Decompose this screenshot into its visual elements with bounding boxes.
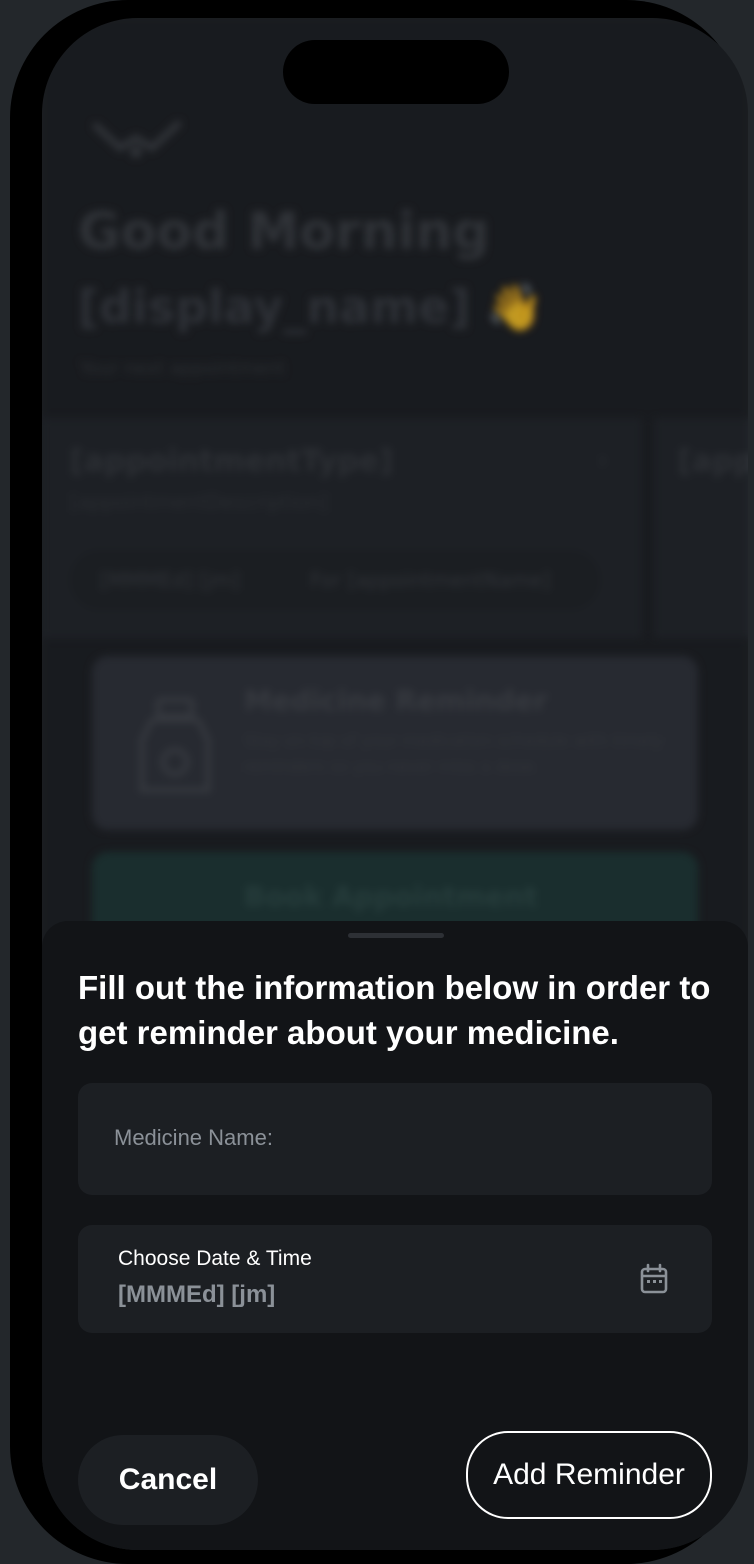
sheet-drag-handle[interactable] — [348, 933, 444, 938]
phone-frame: Good Morning [display_name] 👋 Your next a… — [10, 0, 748, 1564]
calendar-icon[interactable] — [638, 1263, 670, 1295]
date-time-value: [MMMEd] [jm] — [118, 1281, 276, 1308]
screen: Good Morning [display_name] 👋 Your next a… — [42, 18, 748, 1550]
add-reminder-sheet: Fill out the information below in order … — [42, 921, 748, 1550]
dynamic-island — [283, 40, 509, 104]
sheet-title: Fill out the information below in order … — [78, 969, 711, 1051]
medicine-name-field[interactable]: Medicine Name: — [78, 1083, 712, 1195]
add-reminder-button[interactable]: Add Reminder — [466, 1431, 712, 1519]
medicine-name-placeholder: Medicine Name: — [114, 1125, 273, 1150]
date-time-label: Choose Date & Time — [118, 1247, 312, 1270]
cancel-button[interactable]: Cancel — [78, 1435, 258, 1525]
date-time-picker[interactable]: Choose Date & Time [MMMEd] [jm] — [78, 1225, 712, 1333]
